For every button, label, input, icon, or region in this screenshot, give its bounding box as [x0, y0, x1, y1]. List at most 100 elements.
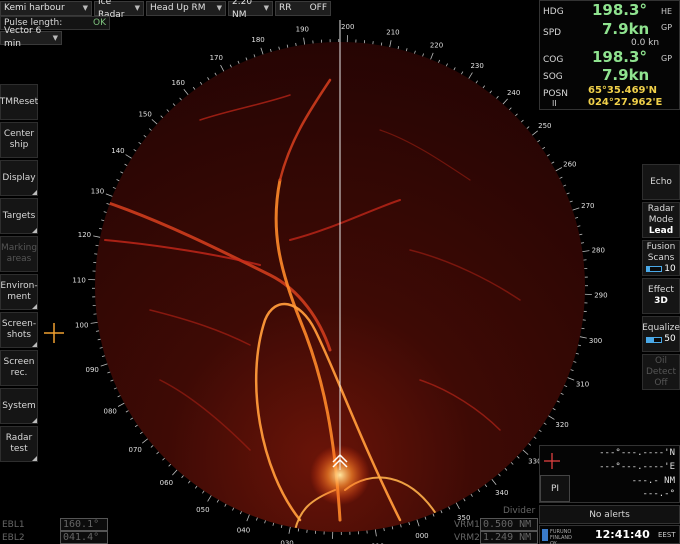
- echo-scatter-4: [419, 379, 501, 431]
- fusion-slider[interactable]: 10: [646, 264, 676, 275]
- pi-button[interactable]: PI: [540, 475, 570, 502]
- area-dropdown[interactable]: Kemi harbour ▼: [0, 1, 92, 16]
- bearing-tick: [148, 128, 152, 131]
- oil-detect-button[interactable]: Oil Detect Off: [642, 354, 680, 390]
- vrm1-field[interactable]: 0.500 NM: [480, 518, 538, 531]
- bearing-tick: [383, 527, 385, 532]
- cog-source: GP: [661, 54, 673, 63]
- vrm2-label: VRM2: [454, 533, 480, 543]
- bearing-tick: [139, 431, 143, 435]
- divider-label[interactable]: Divider: [503, 506, 535, 516]
- spd-value: 7.9kn: [602, 20, 650, 38]
- radar-mode-button[interactable]: Radar Mode Lead: [642, 202, 680, 238]
- clock-bar: FURUNO FINLAND OY 12:41:40 EEST: [539, 525, 680, 544]
- effect-button[interactable]: Effect 3D: [642, 278, 680, 314]
- bearing-label: 210: [386, 28, 399, 36]
- tmreset-label: TMReset: [0, 96, 39, 107]
- equalize-slider[interactable]: 50: [646, 334, 676, 345]
- bearing-tick: [150, 445, 154, 448]
- environment-button[interactable]: Environ-ment: [0, 274, 38, 310]
- bearing-tick: [484, 484, 488, 488]
- bearing-tick: [179, 97, 182, 101]
- bearing-tick: [572, 207, 580, 211]
- echo-button[interactable]: Echo: [642, 164, 680, 200]
- center-ship-button[interactable]: Center ship: [0, 122, 38, 158]
- bearing-label: 140: [111, 147, 124, 155]
- bearing-tick: [133, 149, 137, 152]
- motion-toggle[interactable]: RR OFF: [275, 1, 331, 16]
- area-label: Kemi harbour: [4, 3, 65, 13]
- vrm2-field[interactable]: 1.249 NM: [480, 531, 538, 544]
- bearing-tick: [563, 184, 567, 187]
- ebl2-value: 041.4°: [63, 532, 100, 543]
- bearing-tick: [100, 363, 108, 367]
- bearing-label: 340: [495, 489, 508, 497]
- bearing-tick: [117, 395, 121, 398]
- alerts-label: No alerts: [589, 509, 630, 520]
- screen-rec-button[interactable]: Screen rec.: [0, 350, 38, 386]
- equalize-label: Equalize: [642, 323, 680, 333]
- radar-test-button[interactable]: Radar test: [0, 426, 38, 462]
- bearing-tick: [522, 449, 529, 455]
- echo-scatter-5: [159, 379, 251, 451]
- ebl1-field[interactable]: 160.1°: [60, 518, 108, 531]
- submenu-corner-icon: [32, 228, 37, 233]
- bearing-tick: [156, 451, 160, 455]
- bearing-tick: [280, 524, 283, 529]
- vector-dropdown[interactable]: Vector 6 min ▼: [0, 26, 62, 49]
- bearing-tick: [432, 513, 435, 517]
- bearing-tick: [101, 219, 105, 222]
- marking-areas-button[interactable]: Marking areas: [0, 236, 38, 272]
- bearing-tick: [303, 37, 306, 45]
- ebl2-field[interactable]: 041.4°: [60, 531, 108, 544]
- bearing-tick: [141, 438, 148, 444]
- equalize-control[interactable]: Equalize 50: [642, 316, 680, 352]
- targets-button[interactable]: Targets: [0, 198, 38, 234]
- bearing-tick: [463, 498, 466, 502]
- bearing-tick: [93, 235, 101, 238]
- bearing-tick: [445, 63, 448, 67]
- bearing-tick: [422, 53, 424, 57]
- display-button[interactable]: Display: [0, 160, 38, 196]
- navigation-panel: HDG 198.3° HE SPD 7.9kn GP 0.0 kn COG 19…: [539, 0, 680, 110]
- environment-label: Environ-ment: [0, 281, 38, 302]
- range-dropdown[interactable]: 2.20 NM ▼: [228, 0, 273, 20]
- screenshots-label: Screen-shots: [1, 319, 37, 340]
- system-button[interactable]: System: [0, 388, 38, 424]
- bearing-tick: [143, 135, 147, 138]
- bearing-tick: [106, 203, 110, 205]
- bearing-label: 230: [470, 62, 483, 70]
- tmreset-button[interactable]: TMReset: [0, 84, 38, 120]
- echo-scatter-6: [379, 129, 471, 181]
- bearing-tick: [260, 47, 264, 55]
- bearing-tick: [97, 338, 101, 341]
- submenu-corner-icon: [32, 190, 37, 195]
- bearing-tick: [489, 90, 492, 94]
- bearing-label: 130: [91, 187, 104, 195]
- latitude-value: 65°35.469'N: [588, 85, 657, 96]
- orientation-dropdown[interactable]: Head Up RM ▼: [146, 1, 226, 16]
- bearing-tick: [532, 130, 539, 136]
- bearing-tick: [575, 352, 579, 355]
- bearing-tick: [566, 192, 570, 195]
- fusion-scans-control[interactable]: Fusion Scans 10: [642, 240, 680, 276]
- bearing-tick: [98, 227, 103, 230]
- bearing-tick: [526, 126, 530, 129]
- bearing-label: 300: [589, 337, 602, 345]
- bearing-tick: [579, 233, 583, 236]
- screenshots-button[interactable]: Screen-shots: [0, 312, 38, 348]
- bearing-tick: [270, 48, 272, 52]
- equalize-slider-fill: [647, 337, 655, 342]
- vrm1-value: 0.500 NM: [483, 519, 532, 530]
- ebl1-value: 160.1°: [63, 519, 100, 530]
- bearing-tick: [438, 59, 441, 63]
- alerts-bar[interactable]: No alerts: [539, 505, 680, 524]
- bearing-tick: [380, 42, 383, 46]
- bearing-tick: [116, 179, 120, 182]
- bearing-tick: [430, 52, 434, 60]
- left-menu: TMReset Center ship Display Targets Mark…: [0, 84, 38, 464]
- posn-sub: II: [552, 99, 557, 108]
- bearing-tick: [491, 479, 497, 486]
- bearing-tick: [543, 422, 547, 425]
- mode-dropdown[interactable]: Ice Radar ▼: [94, 0, 144, 20]
